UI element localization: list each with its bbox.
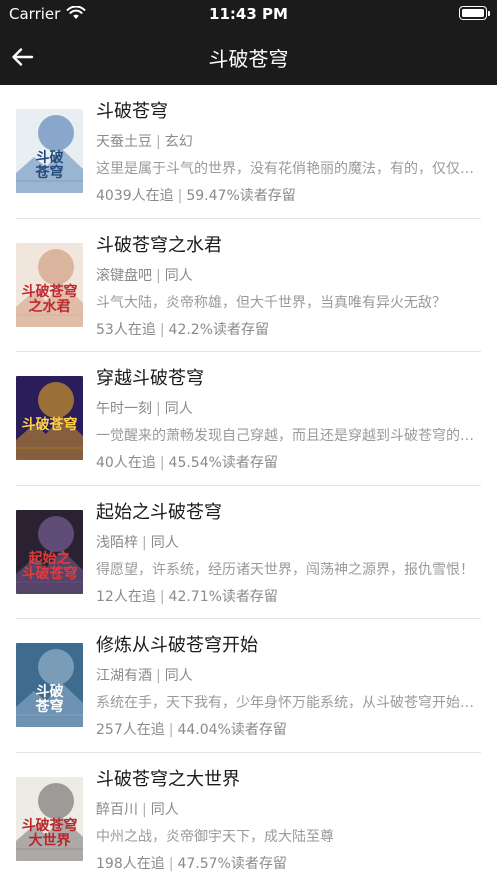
book-list-item[interactable]: 斗破 苍穹 斗破苍穹 天蚕土豆 | 玄幻 这里是属于斗气的世界，没有花俏艳丽的魔法，… [0, 85, 497, 219]
book-meta: 滚键盘吧 | 同人 [96, 265, 193, 285]
follower-count: 40人在追 [96, 455, 156, 471]
book-description: 中州之战，炎帝御宇天下，成大陆至尊 [96, 828, 334, 845]
book-description: 得愿望，许系统，经历诸天世界，闯荡神之源界，报仇雪恨！ [96, 561, 474, 578]
book-list-item[interactable]: 起始之 斗破苍穹 起始之斗破苍穹 浅陌梓 | 同人 得愿望，许系统，经历诸天世界，闯… [0, 486, 497, 619]
meta-separator: | [156, 267, 161, 284]
book-cover: 斗破苍穹 之水君 [16, 242, 83, 327]
meta-separator: | [142, 534, 147, 551]
book-category: 玄幻 [164, 134, 193, 150]
meta-separator: | [142, 801, 147, 818]
book-author[interactable]: 午时一刻 [96, 401, 152, 417]
cover-title: 起始之 斗破苍穹 [21, 550, 78, 582]
book-author[interactable]: 滚键盘吧 [96, 268, 152, 284]
meta-separator: | [156, 134, 161, 150]
book-category: 同人 [164, 401, 193, 417]
book-title[interactable]: 斗破苍穹之大世界 [96, 765, 240, 791]
book-author[interactable]: 浅陌梓 [96, 535, 138, 551]
book-meta: 浅陌梓 | 同人 [96, 532, 179, 552]
book-title[interactable]: 斗破苍穹之水君 [96, 231, 222, 257]
book-description: 一觉醒来的萧畅发现自己穿越，而且还是穿越到斗破苍穹的世界里。 [96, 428, 479, 444]
book-cover: 斗破 苍穹 [16, 643, 83, 727]
book-list-item[interactable]: 斗破苍穹 之水君 斗破苍穹之水君 滚键盘吧 | 同人 斗气大陆，炎帝称雄，但大千世界… [0, 219, 497, 352]
book-list-item[interactable]: 斗破苍穹 大世界 斗破苍穹之大世界 醉百川 | 同人 中州之战，炎帝御宇天下，成大陆… [0, 753, 497, 883]
stats-separator: | [159, 321, 165, 338]
follower-count: 198人在追 [96, 855, 165, 872]
book-meta: 午时一刻 | 同人 [96, 398, 193, 418]
book-description: 斗气大陆，炎帝称雄，但大千世界，当真唯有异火无敌？ [96, 294, 446, 311]
cover-title: 斗破 苍穹 [35, 150, 64, 181]
book-meta: 醉百川 | 同人 [96, 799, 179, 819]
book-meta: 江湖有酒 | 同人 [96, 665, 193, 685]
stats-separator: | [159, 455, 165, 471]
book-author[interactable]: 醉百川 [96, 802, 138, 818]
book-stats: 12人在追 | 42.71%读者存留 [96, 586, 278, 606]
book-title[interactable]: 起始之斗破苍穹 [96, 498, 222, 524]
status-bar: Carrier 11:43 PM [0, 0, 497, 28]
battery-icon [459, 6, 490, 20]
book-title[interactable]: 穿越斗破苍穹 [96, 364, 204, 390]
stats-separator: | [177, 188, 183, 204]
book-stats: 4039人在追 | 59.47%读者存留 [96, 185, 296, 205]
cover-title: 斗破 苍穹 [35, 684, 64, 715]
book-stats: 53人在追 | 42.2%读者存留 [96, 319, 269, 339]
book-stats: 40人在追 | 45.54%读者存留 [96, 452, 278, 472]
book-category: 同人 [164, 668, 193, 684]
status-time: 11:43 PM [209, 5, 288, 23]
cover-title: 斗破苍穹 大世界 [21, 817, 78, 849]
book-list: 斗破 苍穹 斗破苍穹 天蚕土豆 | 玄幻 这里是属于斗气的世界，没有花俏艳丽的魔法，… [0, 85, 497, 883]
follower-count: 4039人在追 [96, 188, 174, 204]
book-title[interactable]: 斗破苍穹 [96, 97, 168, 123]
book-category: 同人 [150, 534, 179, 551]
follower-count: 12人在追 [96, 588, 156, 605]
book-category: 同人 [150, 801, 179, 818]
nav-bar: 斗破苍穹 [0, 28, 497, 85]
follower-count: 53人在追 [96, 321, 156, 338]
top-bar: Carrier 11:43 PM 斗破苍穹 [0, 0, 497, 85]
follower-count: 257人在追 [96, 722, 165, 738]
stats-separator: | [159, 588, 165, 605]
book-description: 这里是属于斗气的世界，没有花俏艳丽的魔法，有的，仅仅是繁衍到巅峰的斗气！ [96, 161, 479, 177]
book-author[interactable]: 天蚕土豆 [96, 134, 152, 150]
cover-title: 斗破苍穹 之水君 [21, 283, 78, 315]
retention-rate: 59.47%读者存留 [186, 188, 296, 204]
stats-separator: | [168, 855, 174, 872]
retention-rate: 45.54%读者存留 [168, 455, 278, 471]
book-description: 系统在手，天下我有，少年身怀万能系统，从斗破苍穹开始修炼。 [96, 695, 479, 711]
book-list-item[interactable]: 斗破 苍穹 修炼从斗破苍穹开始 江湖有酒 | 同人 系统在手，天下我有，少年身怀万能… [0, 619, 497, 753]
retention-rate: 42.2%读者存留 [168, 321, 270, 338]
retention-rate: 44.04%读者存留 [177, 722, 287, 738]
book-cover: 起始之 斗破苍穹 [16, 509, 83, 594]
retention-rate: 47.57%读者存留 [177, 855, 287, 872]
book-cover: 斗破 苍穹 [16, 109, 83, 193]
book-cover: 斗破苍穹 [16, 376, 83, 460]
book-list-item[interactable]: 斗破苍穹 穿越斗破苍穹 午时一刻 | 同人 一觉醒来的萧畅发现自己穿越，而且还是穿越… [0, 352, 497, 486]
book-category: 同人 [164, 267, 193, 284]
meta-separator: | [156, 401, 161, 417]
meta-separator: | [156, 668, 161, 684]
book-cover: 斗破苍穹 大世界 [16, 776, 83, 861]
book-stats: 257人在追 | 44.04%读者存留 [96, 719, 287, 739]
book-title[interactable]: 修炼从斗破苍穹开始 [96, 631, 258, 657]
retention-rate: 42.71%读者存留 [168, 588, 278, 605]
book-author[interactable]: 江湖有酒 [96, 668, 152, 684]
cover-title: 斗破苍穹 [21, 417, 78, 433]
app-screen: Carrier 11:43 PM 斗破苍穹 斗破 苍穹 斗破苍穹 天蚕土豆 | … [0, 0, 497, 883]
book-meta: 天蚕土豆 | 玄幻 [96, 131, 193, 151]
book-stats: 198人在追 | 47.57%读者存留 [96, 853, 287, 873]
page-title: 斗破苍穹 [208, 47, 289, 71]
stats-separator: | [168, 722, 174, 738]
